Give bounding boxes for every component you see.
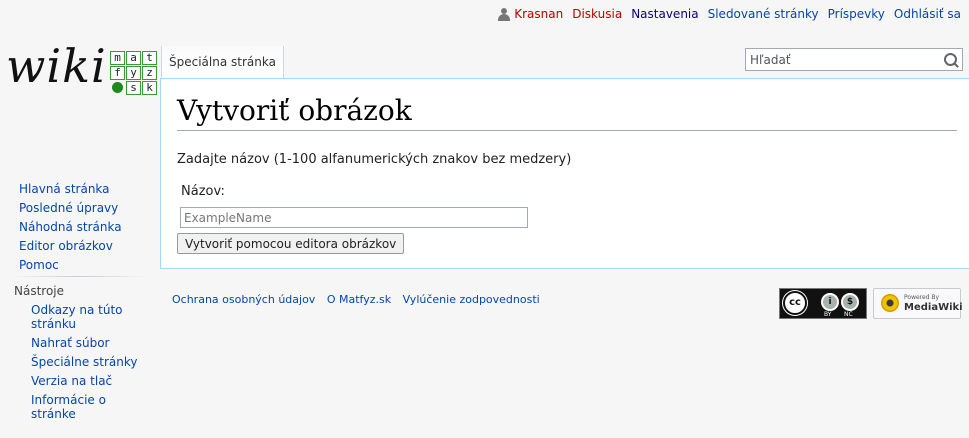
- noncommercial-icon: $: [841, 293, 859, 311]
- logout-link[interactable]: Odhlásiť sa: [894, 7, 961, 21]
- tools-item-special-pages[interactable]: Špeciálne stránky: [31, 355, 151, 369]
- sidebar-item-random-page[interactable]: Náhodná stránka: [19, 218, 122, 237]
- creative-commons-badge[interactable]: cc i $ BY NC: [779, 288, 867, 319]
- powered-by-label: Powered By: [904, 294, 940, 301]
- logo-tile: t: [142, 51, 157, 65]
- tools-list: Odkazy na túto stránku Nahrať súbor Špec…: [31, 303, 151, 426]
- sidebar-navigation: Hlavná stránka Posledné úpravy Náhodná s…: [19, 180, 122, 275]
- logo-dot-icon: [110, 81, 125, 95]
- tools-heading: Nástroje: [14, 284, 65, 298]
- logo-tile: y: [126, 66, 141, 80]
- watchlist-link[interactable]: Sledované stránky: [708, 7, 819, 21]
- sidebar-divider: [12, 276, 147, 277]
- user-icon: [498, 7, 511, 21]
- footer-about-link[interactable]: O Matfyz.sk: [327, 293, 391, 306]
- personal-toolbar: Krasnan Diskusia Nastavenia Sledované st…: [498, 7, 961, 21]
- site-logo[interactable]: wiki m a t f y z s k: [6, 39, 157, 102]
- footer-privacy-link[interactable]: Ochrana osobných údajov: [172, 293, 315, 306]
- contributions-link[interactable]: Príspevky: [828, 7, 885, 21]
- sidebar-item-image-editor[interactable]: Editor obrázkov: [19, 237, 122, 256]
- content-area: Vytvoriť obrázok Zadajte názov (1-100 al…: [160, 78, 969, 269]
- footer-disclaimer-link[interactable]: Vylúčenie zodpovednosti: [403, 293, 540, 306]
- mediawiki-label: MediaWiki: [904, 302, 963, 313]
- cc-label-nc: NC: [844, 311, 853, 318]
- cc-label-by: BY: [824, 311, 832, 318]
- logo-tile: z: [142, 66, 157, 80]
- logo-tile: m: [110, 51, 125, 65]
- tools-item-what-links-here[interactable]: Odkazy na túto stránku: [31, 303, 151, 331]
- intro-text: Zadajte názov (1-100 alfanumerických zna…: [177, 152, 572, 167]
- page-title: Vytvoriť obrázok: [177, 94, 957, 131]
- mediawiki-flower-icon: [881, 294, 899, 312]
- tools-item-printable-version[interactable]: Verzia na tlač: [31, 374, 151, 388]
- tab-special-page[interactable]: Špeciálna stránka: [161, 46, 284, 79]
- sidebar-item-main-page[interactable]: Hlavná stránka: [19, 180, 122, 199]
- name-input[interactable]: [180, 207, 528, 228]
- tools-item-page-info[interactable]: Informácie o stránke: [31, 393, 151, 421]
- search-input[interactable]: [750, 50, 930, 70]
- preferences-link[interactable]: Nastavenia: [631, 7, 698, 21]
- user-page-link[interactable]: Krasnan: [514, 7, 563, 21]
- logo-grid: m a t f y z s k: [110, 51, 157, 95]
- logo-tile: k: [142, 81, 157, 95]
- logo-tile: f: [110, 66, 125, 80]
- create-with-editor-button[interactable]: Vytvoriť pomocou editora obrázkov: [177, 233, 405, 254]
- logo-tile: a: [126, 51, 141, 65]
- sidebar-item-recent-changes[interactable]: Posledné úpravy: [19, 199, 122, 218]
- powered-by-mediawiki-badge[interactable]: Powered By MediaWiki: [873, 288, 963, 319]
- sidebar-item-help[interactable]: Pomoc: [19, 256, 122, 275]
- attribution-icon: i: [821, 293, 839, 311]
- name-label: Názov:: [181, 184, 225, 199]
- search-box: [745, 48, 963, 71]
- talk-link[interactable]: Diskusia: [572, 7, 622, 21]
- footer-links: Ochrana osobných údajov O Matfyz.sk Vylú…: [172, 293, 548, 306]
- logo-tile: s: [126, 81, 141, 95]
- tools-item-upload-file[interactable]: Nahrať súbor: [31, 336, 151, 350]
- cc-icon: cc: [783, 291, 807, 315]
- logo-wordmark: wiki: [6, 39, 107, 93]
- search-icon[interactable]: [944, 53, 957, 66]
